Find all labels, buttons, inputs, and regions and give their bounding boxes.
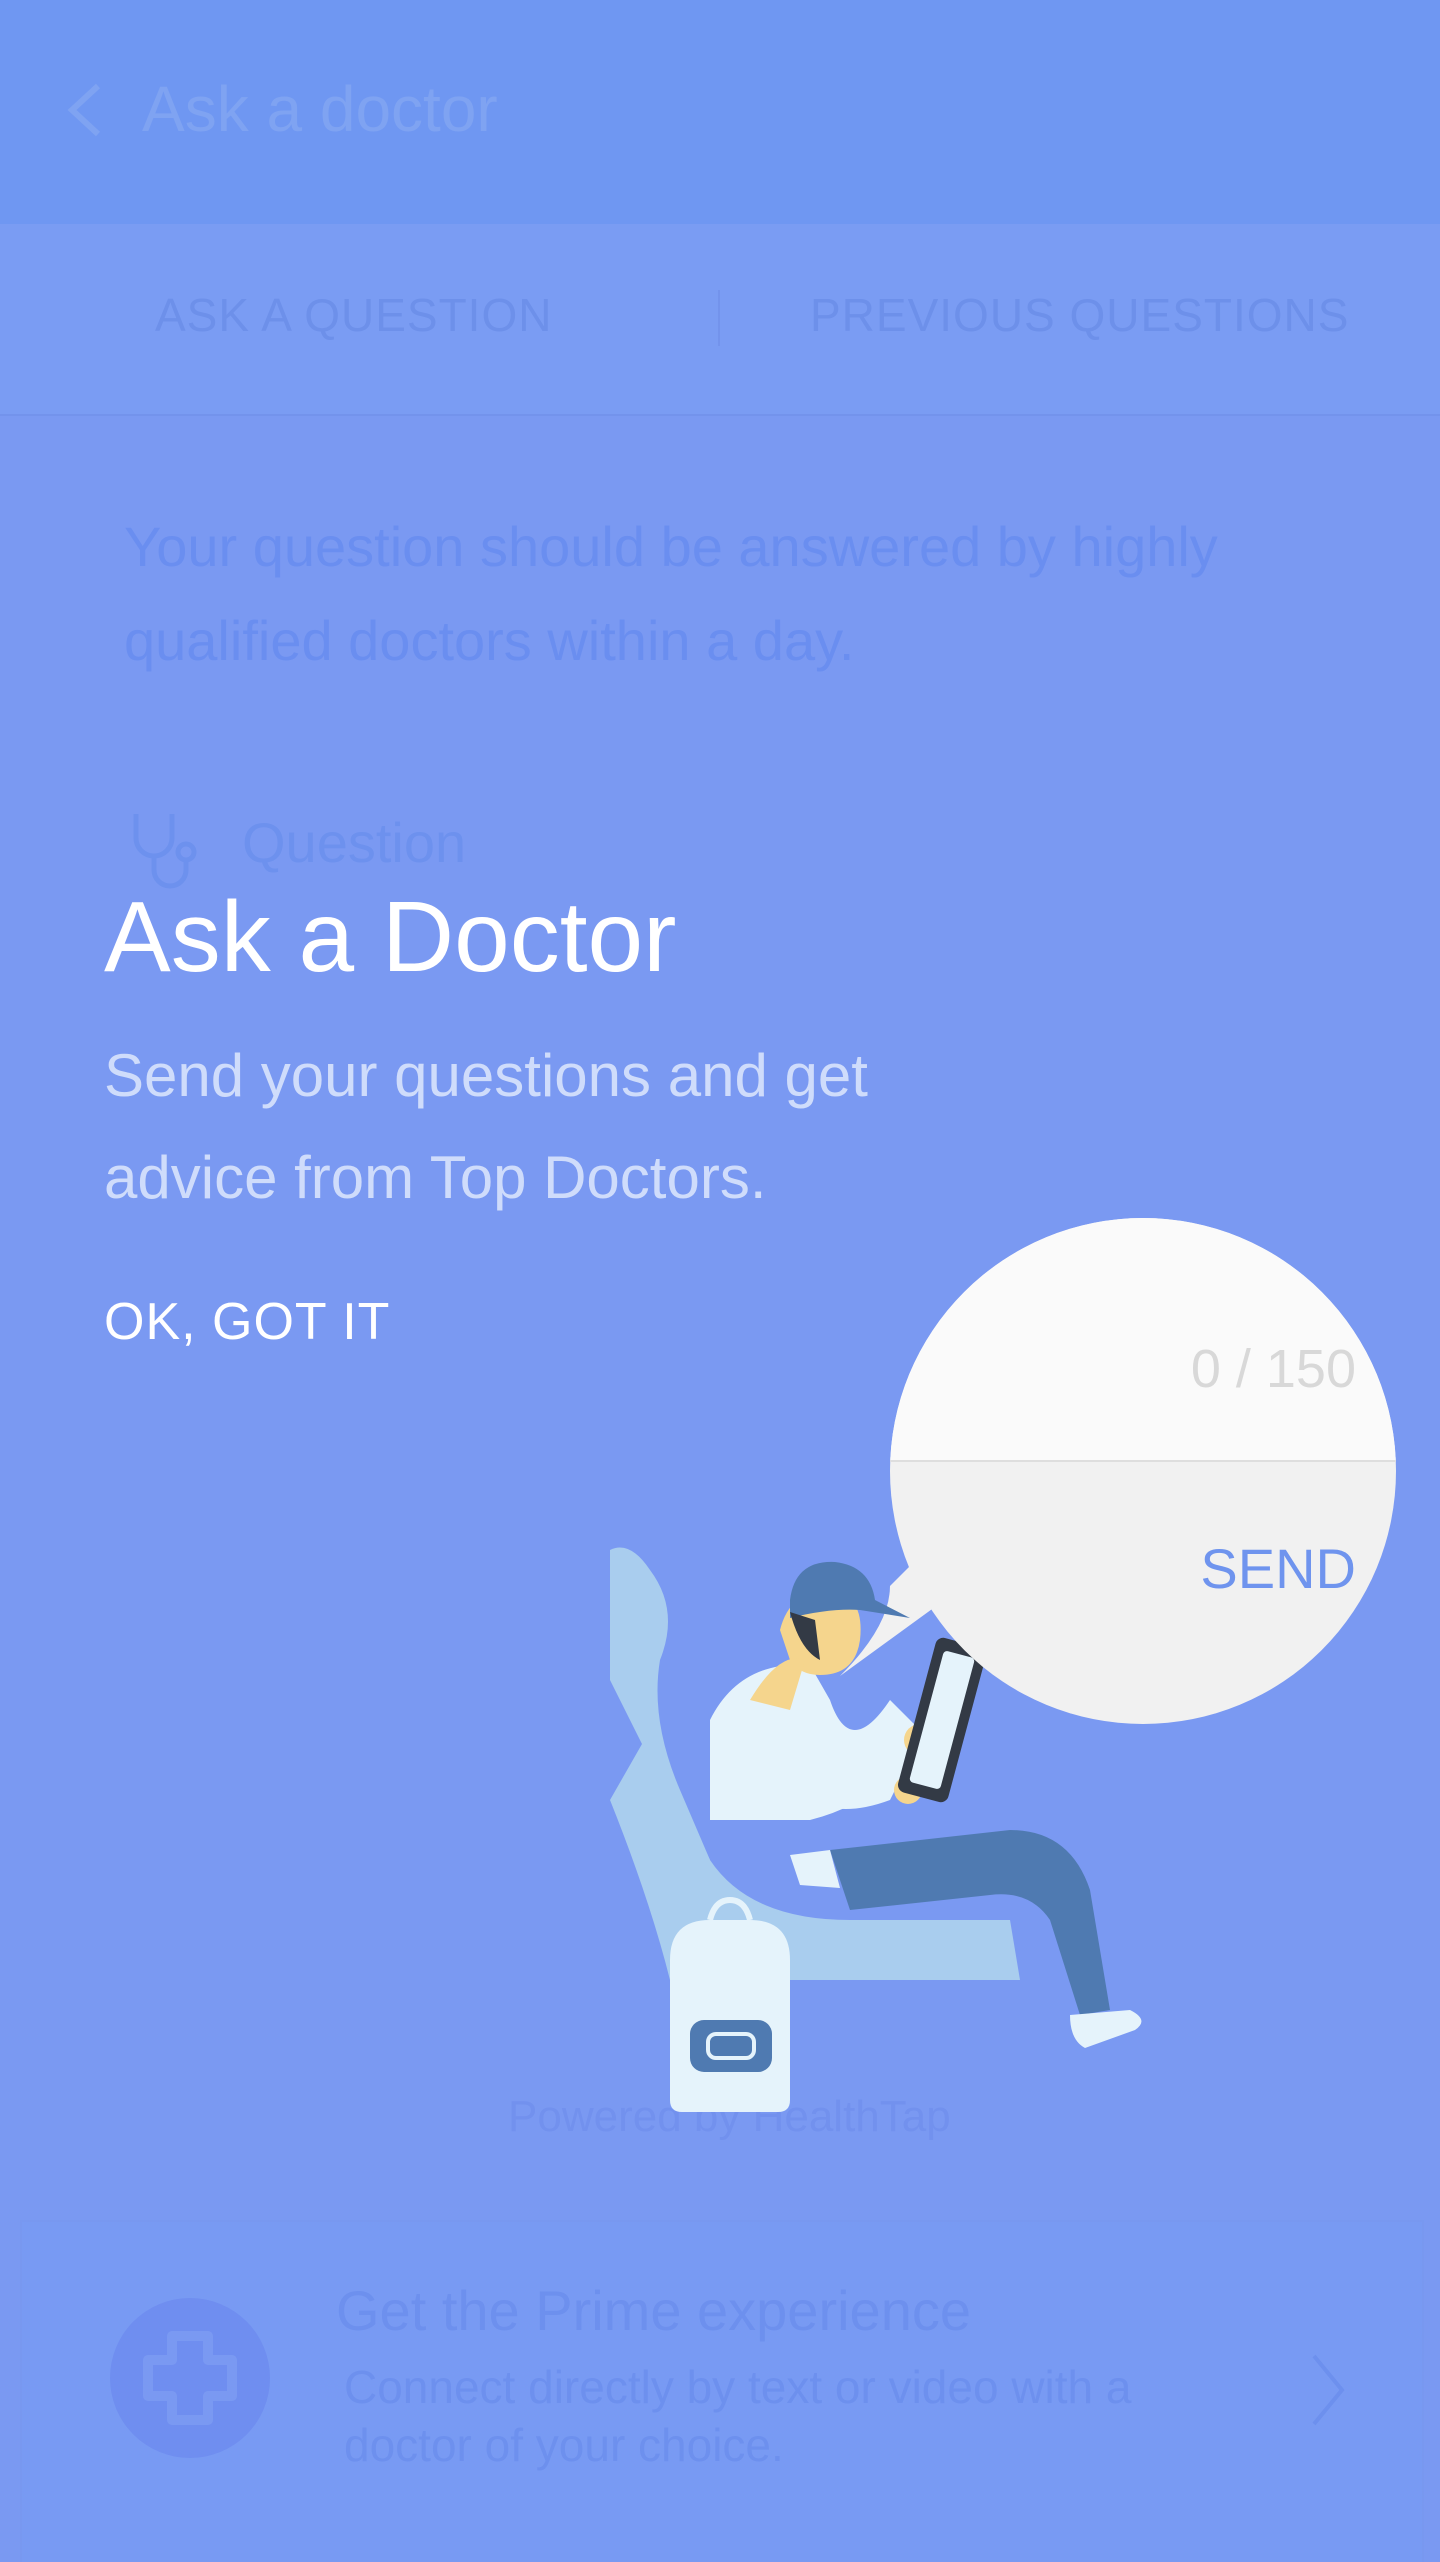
prime-title: Get the Prime experience — [336, 2279, 971, 2342]
tab-divider — [718, 290, 720, 346]
plus-logo-icon — [110, 2298, 270, 2458]
question-preview-bubble: 0 / 150 SEND — [890, 1218, 1396, 1724]
tab-bar: ASK A QUESTION PREVIOUS QUESTIONS — [0, 224, 1440, 416]
prime-description: Connect directly by text or video with a… — [344, 2361, 1132, 2471]
question-input-area: 0 / 150 — [890, 1218, 1396, 1462]
coach-description: Send your questions and get advice from … — [104, 1042, 868, 1211]
send-button[interactable]: SEND — [1200, 1536, 1356, 1601]
coach-title: Ask a Doctor — [104, 881, 677, 993]
ok-got-it-button[interactable]: OK, GOT IT — [104, 1292, 390, 1352]
info-text: Your question should be answered by high… — [124, 515, 1218, 672]
chevron-right-icon — [1312, 2354, 1345, 2426]
tab-previous-questions[interactable]: PREVIOUS QUESTIONS — [810, 288, 1349, 342]
page-title: Ask a doctor — [142, 73, 498, 145]
tab-ask-a-question[interactable]: ASK A QUESTION — [155, 288, 552, 342]
back-arrow-icon[interactable] — [58, 82, 114, 138]
character-counter: 0 / 150 — [1190, 1339, 1356, 1399]
prime-card[interactable]: Get the Prime experience Connect directl… — [20, 2220, 1424, 2562]
app-bar: Ask a doctor — [0, 0, 1440, 224]
question-label: Question — [242, 811, 467, 874]
